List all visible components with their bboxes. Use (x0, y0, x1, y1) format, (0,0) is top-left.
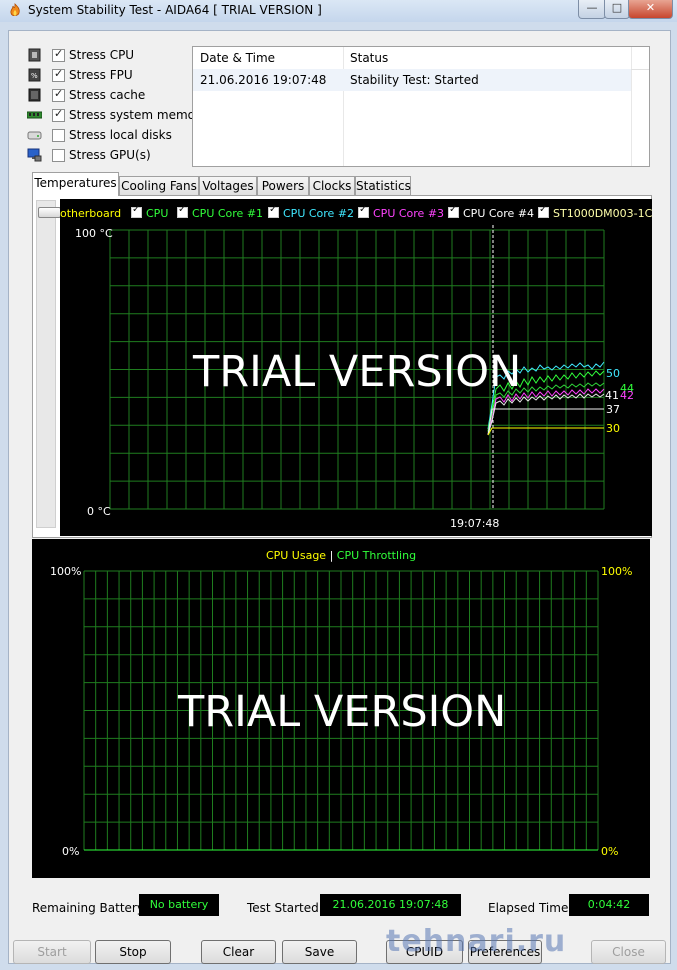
header-status[interactable]: Status (350, 51, 388, 65)
usage-left-max-label: 100% (50, 565, 82, 578)
stress-cpu-option[interactable]: Stress CPU (27, 46, 134, 64)
stress-disks-checkbox[interactable] (52, 128, 65, 142)
status-table[interactable]: Date & Time Status 21.06.2016 19:07:48 S… (192, 46, 650, 167)
tab-statistics[interactable]: Statistics (355, 176, 411, 195)
clear-button[interactable]: Clear (201, 940, 276, 964)
temperatures-panel: otherboard CPU CPU Core #1 CPU Core #2 C… (32, 195, 652, 538)
stress-fpu-checkbox[interactable] (52, 67, 65, 82)
stress-gpu-checkbox[interactable] (52, 148, 65, 162)
close-button[interactable]: Close (591, 940, 666, 964)
start-button[interactable]: Start (13, 940, 91, 964)
value-label-core-4: 41 (605, 389, 619, 402)
minimize-button[interactable]: — (578, 0, 606, 19)
x-axis-time-label: 19:07:48 (450, 517, 500, 530)
stress-cache-checkbox[interactable] (52, 87, 65, 102)
value-label-core-3: 42 (620, 389, 634, 402)
aida64-flame-icon (10, 3, 20, 17)
y-axis-min-label: 0 °C (87, 505, 111, 518)
monitor-icon (27, 148, 42, 162)
test-started-label: Test Started: (247, 901, 323, 915)
window-title: System Stability Test - AIDA64 [ TRIAL V… (28, 3, 322, 17)
stress-gpu-option[interactable]: Stress GPU(s) (27, 146, 151, 164)
stress-cache-label: Stress cache (69, 88, 146, 102)
usage-left-min-label: 0% (62, 845, 80, 858)
stress-cpu-checkbox[interactable] (52, 47, 65, 62)
cpu-usage-chart: CPU Usage | CPU Throttling 100% 0% 100% … (32, 539, 650, 878)
stress-cache-option[interactable]: Stress cache (27, 86, 145, 104)
legend-cpu-usage[interactable]: CPU Usage (266, 549, 326, 562)
site-watermark: tehnari.ru (386, 924, 567, 959)
usage-right-max-label: 100% (601, 565, 633, 578)
stress-cpu-label: Stress CPU (69, 48, 135, 62)
legend-scroll-strip[interactable] (36, 200, 61, 528)
title-bar: System Stability Test - AIDA64 [ TRIAL V… (0, 0, 677, 22)
legend-cpu-throttling[interactable]: CPU Throttling (337, 549, 416, 562)
stress-disks-option[interactable]: Stress local disks (27, 126, 172, 144)
legend-separator: | (329, 549, 334, 562)
stress-disks-label: Stress local disks (69, 128, 172, 142)
header-date-time[interactable]: Date & Time (200, 51, 275, 65)
series-motherboard (487, 427, 604, 436)
battery-label: Remaining Battery: (32, 901, 148, 915)
save-button[interactable]: Save (282, 940, 357, 964)
fpu-chip-icon: % (28, 68, 41, 82)
stress-gpu-label: Stress GPU(s) (69, 148, 151, 162)
trial-watermark: TRIAL VERSION (178, 687, 507, 737)
svg-text:%: % (31, 72, 38, 80)
value-label-core-2: 50 (606, 367, 620, 380)
tab-powers[interactable]: Powers (257, 176, 309, 195)
table-header: Date & Time Status (193, 47, 649, 70)
stress-memory-label: Stress system memory (69, 108, 208, 122)
tab-clocks[interactable]: Clocks (309, 176, 355, 195)
series-disk (487, 408, 604, 436)
main-window-client: Stress CPU % Stress FPU Stress cache Str… (8, 30, 671, 964)
elapsed-time-label: Elapsed Time: (488, 901, 573, 915)
tab-voltages[interactable]: Voltages (199, 176, 257, 195)
memory-module-icon (27, 111, 42, 119)
hard-disk-icon (27, 131, 42, 140)
usage-right-min-label: 0% (601, 845, 619, 858)
tab-temperatures[interactable]: Temperatures (32, 172, 119, 196)
test-started-value: 21.06.2016 19:07:48 (320, 894, 461, 916)
window-close-button[interactable]: ✕ (628, 0, 673, 19)
stress-fpu-option[interactable]: % Stress FPU (27, 66, 133, 84)
battery-value: No battery (139, 894, 219, 916)
table-row[interactable]: 21.06.2016 19:07:48 Stability Test: Star… (193, 69, 631, 91)
maximize-button[interactable]: □ (604, 0, 630, 19)
y-axis-max-label: 100 °C (75, 227, 113, 240)
temperature-chart: otherboard CPU CPU Core #1 CPU Core #2 C… (60, 199, 652, 536)
value-label-disk: 37 (606, 403, 620, 416)
stress-memory-checkbox[interactable] (52, 107, 65, 122)
tab-cooling-fans[interactable]: Cooling Fans (119, 176, 199, 195)
elapsed-time-value: 0:04:42 (569, 894, 649, 916)
stress-memory-option[interactable]: Stress system memory (27, 106, 207, 124)
stress-fpu-label: Stress FPU (69, 68, 133, 82)
legend-scroll-thumb[interactable] (38, 207, 61, 218)
trial-watermark: TRIAL VERSION (193, 347, 522, 397)
cpu-chip-icon (28, 48, 41, 62)
row-status: Stability Test: Started (350, 73, 479, 87)
usage-legend: CPU Usage | CPU Throttling (32, 549, 650, 562)
stop-button[interactable]: Stop (95, 940, 171, 964)
value-label-motherboard: 30 (606, 422, 620, 435)
row-datetime: 21.06.2016 19:07:48 (200, 73, 327, 87)
cache-chip-icon (28, 88, 41, 102)
